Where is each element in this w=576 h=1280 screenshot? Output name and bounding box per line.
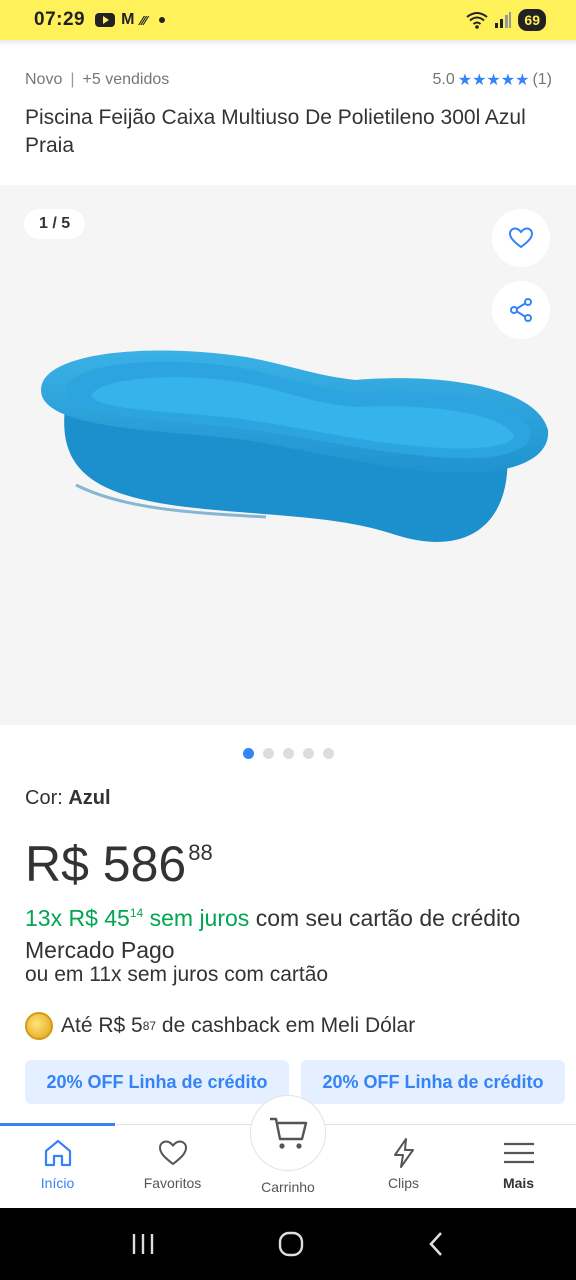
promo-chip[interactable]: 20% OFF Linha de crédito xyxy=(25,1060,289,1104)
nav-more-label: Mais xyxy=(502,1175,535,1191)
color-selection: Cor: Azul xyxy=(25,787,111,810)
home-button-icon[interactable] xyxy=(277,1230,305,1258)
signal-activity-icon: ⁄⁄⁄ xyxy=(140,12,147,28)
heart-icon xyxy=(158,1140,187,1166)
nav-home[interactable]: Início xyxy=(0,1137,115,1191)
status-time: 07:29 xyxy=(34,9,86,30)
installments-green-cents: 14 xyxy=(129,906,144,920)
nav-favorites-label: Favoritos xyxy=(143,1175,202,1191)
color-label: Cor: xyxy=(25,787,63,809)
active-tab-indicator xyxy=(0,1123,115,1126)
more-notifications-icon xyxy=(158,17,165,23)
price-main: R$ 586 xyxy=(25,836,187,892)
cart-icon xyxy=(270,1117,308,1149)
product-meta: Novo | +5 vendidos 5.0 ★★★★★ (1) xyxy=(25,70,552,90)
rating[interactable]: 5.0 ★★★★★ (1) xyxy=(432,70,552,90)
cell-signal-icon xyxy=(495,12,512,28)
gmail-icon: M xyxy=(121,11,135,28)
rating-stars-icon: ★★★★★ xyxy=(457,72,530,89)
condition-label: Novo xyxy=(25,71,63,88)
recent-apps-icon[interactable] xyxy=(130,1232,156,1256)
product-title: Piscina Feijão Caixa Multiuso De Polieti… xyxy=(25,106,526,157)
meli-dollar-coin-icon xyxy=(25,1012,53,1040)
price: R$ 586 88 xyxy=(25,836,213,892)
product-image-pool xyxy=(41,350,549,542)
bottom-navigation: Início Favoritos Carrinho Clips Mais xyxy=(0,1095,576,1208)
price-cents: 88 xyxy=(188,840,213,865)
gallery-counter: 1 / 5 xyxy=(24,209,86,239)
rating-value: 5.0 xyxy=(432,71,455,88)
nav-home-label: Início xyxy=(40,1175,75,1191)
status-right: 69 xyxy=(466,9,546,31)
home-icon xyxy=(44,1139,71,1167)
wifi-icon xyxy=(466,12,489,29)
gallery-pagination xyxy=(0,748,576,759)
youtube-icon xyxy=(95,13,116,27)
notification-icons: M ⁄⁄⁄ xyxy=(95,11,165,29)
sold-count: +5 vendidos xyxy=(82,71,170,88)
nav-favorites[interactable]: Favoritos xyxy=(115,1137,230,1191)
installments-green-prefix: 13x R$ 45 xyxy=(25,905,130,931)
favorite-button[interactable] xyxy=(492,209,550,267)
nav-clips[interactable]: Clips xyxy=(346,1137,461,1191)
product-gallery[interactable]: 1 / 5 xyxy=(0,185,576,725)
pagination-dot[interactable] xyxy=(262,748,274,759)
other-installments: ou em 11x sem juros com cartão xyxy=(25,963,329,986)
back-icon[interactable] xyxy=(426,1230,446,1258)
status-bar: 07:29 M ⁄⁄⁄ 69 xyxy=(0,0,576,40)
installments-green-suffix: sem juros xyxy=(143,905,250,931)
battery-indicator: 69 xyxy=(518,9,546,31)
cashback-suffix: de cashback em Meli Dólar xyxy=(156,1014,416,1037)
nav-clips-label: Clips xyxy=(387,1175,420,1191)
heart-icon xyxy=(508,227,534,249)
nav-cart[interactable] xyxy=(250,1095,326,1171)
nav-more[interactable]: Mais xyxy=(461,1137,576,1191)
color-value: Azul xyxy=(68,787,111,809)
pagination-dot[interactable] xyxy=(322,748,334,759)
share-icon xyxy=(510,298,532,322)
rating-count: (1) xyxy=(532,71,552,88)
lightning-icon xyxy=(393,1138,414,1168)
header-shadow xyxy=(0,40,576,46)
cashback-prefix: Até R$ 5 xyxy=(61,1014,143,1037)
system-navigation-bar xyxy=(0,1208,576,1280)
pagination-dot[interactable] xyxy=(282,748,294,759)
menu-icon xyxy=(503,1142,534,1164)
installments-info[interactable]: 13x R$ 4514 sem juros com seu cartão de … xyxy=(25,897,545,966)
share-button[interactable] xyxy=(492,281,550,339)
cashback-info: Até R$ 5 87 de cashback em Meli Dólar xyxy=(25,1012,415,1040)
nav-cart-label: Carrinho xyxy=(261,1179,315,1195)
cashback-cents: 87 xyxy=(142,1019,157,1033)
pagination-dot[interactable] xyxy=(302,748,314,759)
meta-separator: | xyxy=(70,71,75,88)
promo-chip[interactable]: 20% OFF Linha de crédito xyxy=(301,1060,565,1104)
pagination-dot[interactable] xyxy=(242,748,254,759)
